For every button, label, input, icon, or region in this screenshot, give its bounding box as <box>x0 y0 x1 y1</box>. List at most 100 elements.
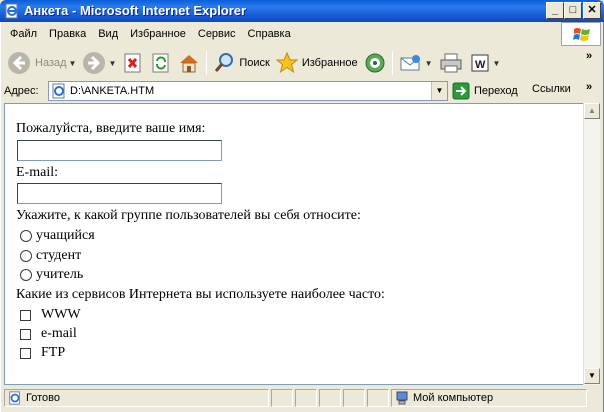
status-zone: Мой компьютер <box>413 392 494 404</box>
radio-option-student[interactable]: студент <box>20 248 81 264</box>
status-pane <box>271 389 293 407</box>
edit-button[interactable]: W ▼ <box>466 48 504 78</box>
ie-page-icon <box>52 83 65 99</box>
favorites-button[interactable]: Избранное <box>273 48 361 78</box>
home-button[interactable] <box>175 48 203 78</box>
back-button[interactable]: Назад ▼ <box>4 48 79 78</box>
checkbox[interactable] <box>20 347 31 359</box>
radio-option-teacher[interactable]: учитель <box>20 267 83 283</box>
stop-icon <box>124 53 141 73</box>
status-pane <box>295 389 317 407</box>
status-text-pane: Готово <box>4 389 269 407</box>
search-label: Поиск <box>239 57 270 69</box>
menu-file[interactable]: Файл <box>4 25 43 43</box>
my-computer-icon <box>396 391 408 405</box>
go-button[interactable]: Переход <box>452 82 518 100</box>
address-dropdown-icon[interactable]: ▼ <box>431 82 447 100</box>
media-button[interactable] <box>361 48 389 78</box>
go-label: Переход <box>474 85 518 97</box>
menu-tools[interactable]: Сервис <box>192 25 242 43</box>
scroll-down-button[interactable]: ▼ <box>584 368 600 384</box>
checkbox-label: WWW <box>41 307 81 322</box>
edit-icon: W <box>471 54 489 72</box>
radio-option-pupil[interactable]: учащийся <box>20 228 95 244</box>
status-zone-pane: Мой компьютер <box>391 389 587 407</box>
checkbox-label: e-mail <box>41 326 77 341</box>
search-icon <box>215 53 234 72</box>
windows-flag-icon <box>573 28 590 41</box>
toolbar-separator <box>391 51 393 75</box>
vertical-scrollbar[interactable]: ▲ ▼ <box>583 103 600 385</box>
radio-label: учащийся <box>36 228 95 243</box>
status-text: Готово <box>26 392 60 404</box>
back-label: Назад <box>35 57 67 69</box>
forward-arrow-icon <box>83 52 106 74</box>
services-prompt: Какие из сервисов Интернета вы используе… <box>16 287 385 302</box>
title-bar: Анкета - Microsoft Internet Explorer _ □… <box>0 0 604 22</box>
toolbar-separator <box>206 51 208 75</box>
checkbox-option-www[interactable]: WWW <box>20 307 81 323</box>
menu-view[interactable]: Вид <box>92 25 124 43</box>
menu-edit[interactable]: Правка <box>43 25 92 43</box>
media-icon <box>365 53 385 73</box>
status-bar: Готово Мой компьютер <box>4 388 600 408</box>
links-overflow-icon[interactable]: » <box>586 81 592 93</box>
ie-page-icon <box>9 391 20 405</box>
checkbox[interactable] <box>20 328 31 340</box>
address-label: Адрес: <box>4 85 39 97</box>
email-prompt: E-mail: <box>16 165 58 180</box>
window-title: Анкета - Microsoft Internet Explorer <box>24 3 247 18</box>
address-input[interactable]: D:\ANKETA.HTM ▼ <box>48 81 448 101</box>
menu-bar: Файл Правка Вид Избранное Сервис Справка <box>4 24 297 44</box>
minimize-button[interactable]: _ <box>546 2 564 19</box>
maximize-button[interactable]: □ <box>564 2 582 19</box>
toolbar-overflow-icon[interactable]: » <box>586 50 592 62</box>
mail-button[interactable]: ▼ <box>396 48 436 78</box>
windows-logo <box>561 22 601 46</box>
menu-help[interactable]: Справка <box>242 25 297 43</box>
print-button[interactable] <box>436 48 466 78</box>
ie-page-icon <box>5 3 18 19</box>
radio-label: учитель <box>36 267 84 282</box>
forward-dropdown-icon[interactable]: ▼ <box>108 59 116 68</box>
radio-button[interactable] <box>20 230 32 242</box>
status-pane <box>343 389 365 407</box>
stop-button[interactable] <box>119 48 147 78</box>
back-arrow-icon <box>8 52 30 74</box>
edit-dropdown-icon[interactable]: ▼ <box>493 59 501 68</box>
address-bar: Адрес: D:\ANKETA.HTM ▼ Переход Ссылки <box>4 80 600 102</box>
mail-dropdown-icon[interactable]: ▼ <box>425 59 433 68</box>
checkbox-option-ftp[interactable]: FTP <box>20 345 65 361</box>
name-input[interactable] <box>17 140 222 161</box>
page-content: Пожалуйста, введите ваше имя: E-mail: Ук… <box>4 103 583 385</box>
address-url: D:\ANKETA.HTM <box>70 85 155 97</box>
go-arrow-icon <box>452 82 470 100</box>
forward-button[interactable]: ▼ <box>79 48 119 78</box>
links-button[interactable]: Ссылки <box>532 83 571 95</box>
menu-favorites[interactable]: Избранное <box>124 25 192 43</box>
checkbox-option-email[interactable]: e-mail <box>20 326 77 342</box>
scroll-up-button[interactable]: ▲ <box>584 103 600 119</box>
name-prompt: Пожалуйста, введите ваше имя: <box>16 121 206 136</box>
print-icon <box>440 53 462 73</box>
status-pane <box>367 389 389 407</box>
group-prompt: Укажите, к какой группе пользователей вы… <box>16 208 361 223</box>
home-icon <box>180 55 199 73</box>
favorites-star-icon <box>275 52 298 74</box>
back-dropdown-icon[interactable]: ▼ <box>69 59 77 68</box>
refresh-button[interactable] <box>147 48 175 78</box>
radio-button[interactable] <box>20 269 32 281</box>
mail-icon <box>400 55 420 71</box>
favorites-label: Избранное <box>301 57 358 69</box>
close-button[interactable]: ✕ <box>583 2 601 19</box>
search-button[interactable]: Поиск <box>210 48 272 78</box>
svg-text:W: W <box>475 59 486 71</box>
radio-button[interactable] <box>20 250 32 262</box>
checkbox[interactable] <box>20 309 31 321</box>
toolbar: Назад ▼ ▼ Поиск Избранное ▼ W ▼ <box>4 47 600 79</box>
checkbox-label: FTP <box>41 345 66 360</box>
radio-label: студент <box>36 248 82 263</box>
status-pane <box>319 389 341 407</box>
refresh-icon <box>152 53 169 73</box>
email-input[interactable] <box>17 183 222 204</box>
